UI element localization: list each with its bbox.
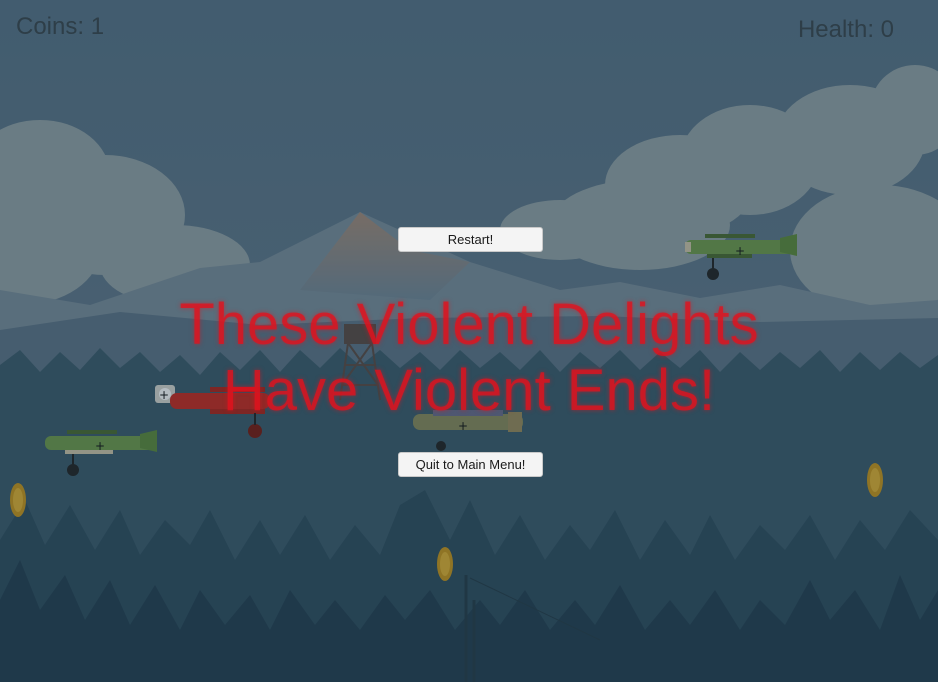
coins-counter: Coins: 1 bbox=[16, 13, 105, 40]
restart-button[interactable]: Restart! bbox=[398, 227, 543, 252]
health-counter: Health: 0 bbox=[797, 16, 894, 43]
pause-dim-overlay bbox=[0, 0, 938, 682]
game-scene: + + + + bbox=[0, 0, 938, 682]
quit-to-main-menu-button[interactable]: Quit to Main Menu! bbox=[398, 452, 543, 477]
